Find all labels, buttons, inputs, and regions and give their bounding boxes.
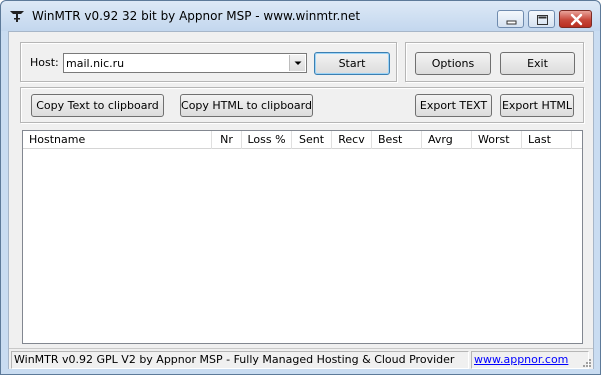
minimize-icon: [506, 20, 517, 25]
host-input[interactable]: [66, 55, 286, 71]
close-button[interactable]: [559, 10, 592, 28]
exit-button[interactable]: Exit: [500, 52, 575, 75]
app-window: WinMTR v0.92 32 bit by Appnor MSP - www.…: [0, 0, 601, 375]
column-worst[interactable]: Worst: [472, 131, 522, 149]
column-nr[interactable]: Nr: [212, 131, 242, 149]
appnor-link[interactable]: www.appnor.com: [474, 352, 568, 368]
close-icon: [570, 13, 583, 26]
resize-grip-icon[interactable]: [580, 356, 592, 368]
results-table[interactable]: Hostname Nr Loss % Sent Recv Best Avrg W…: [22, 130, 583, 344]
minimize-button[interactable]: [497, 10, 524, 28]
status-bar: WinMTR v0.92 GPL V2 by Appnor MSP - Full…: [9, 348, 593, 369]
host-dropdown-button[interactable]: [289, 55, 305, 71]
start-button[interactable]: Start: [314, 52, 390, 75]
column-avrg[interactable]: Avrg: [422, 131, 472, 149]
host-combobox[interactable]: [63, 53, 307, 73]
winmtr-app-icon: [10, 11, 24, 22]
export-html-button[interactable]: Export HTML: [500, 94, 574, 117]
actions-group: Options Exit: [405, 42, 584, 82]
export-group: Copy Text to clipboard Copy HTML to clip…: [20, 87, 584, 123]
options-button[interactable]: Options: [415, 52, 491, 75]
column-loss[interactable]: Loss %: [242, 131, 292, 149]
column-hostname[interactable]: Hostname: [23, 131, 212, 149]
window-title: WinMTR v0.92 32 bit by Appnor MSP - www.…: [32, 9, 361, 23]
client-area: Host: Start Options Exit Copy Text to cl…: [8, 31, 594, 369]
column-sent[interactable]: Sent: [292, 131, 332, 149]
status-link-cell: www.appnor.com: [471, 351, 589, 369]
results-table-header: Hostname Nr Loss % Sent Recv Best Avrg W…: [23, 131, 582, 149]
title-bar[interactable]: WinMTR v0.92 32 bit by Appnor MSP - www.…: [1, 1, 600, 31]
host-label: Host:: [30, 56, 59, 69]
status-text: WinMTR v0.92 GPL V2 by Appnor MSP - Full…: [11, 351, 469, 369]
column-recv[interactable]: Recv: [332, 131, 372, 149]
column-best[interactable]: Best: [372, 131, 422, 149]
chevron-down-icon: [294, 61, 302, 65]
column-last[interactable]: Last: [522, 131, 572, 149]
host-group: Host: Start: [20, 42, 397, 82]
maximize-icon: [537, 15, 548, 25]
copy-text-button[interactable]: Copy Text to clipboard: [31, 94, 164, 117]
export-text-button[interactable]: Export TEXT: [415, 94, 492, 117]
copy-html-button[interactable]: Copy HTML to clipboard: [180, 94, 313, 117]
maximize-button[interactable]: [528, 10, 555, 28]
